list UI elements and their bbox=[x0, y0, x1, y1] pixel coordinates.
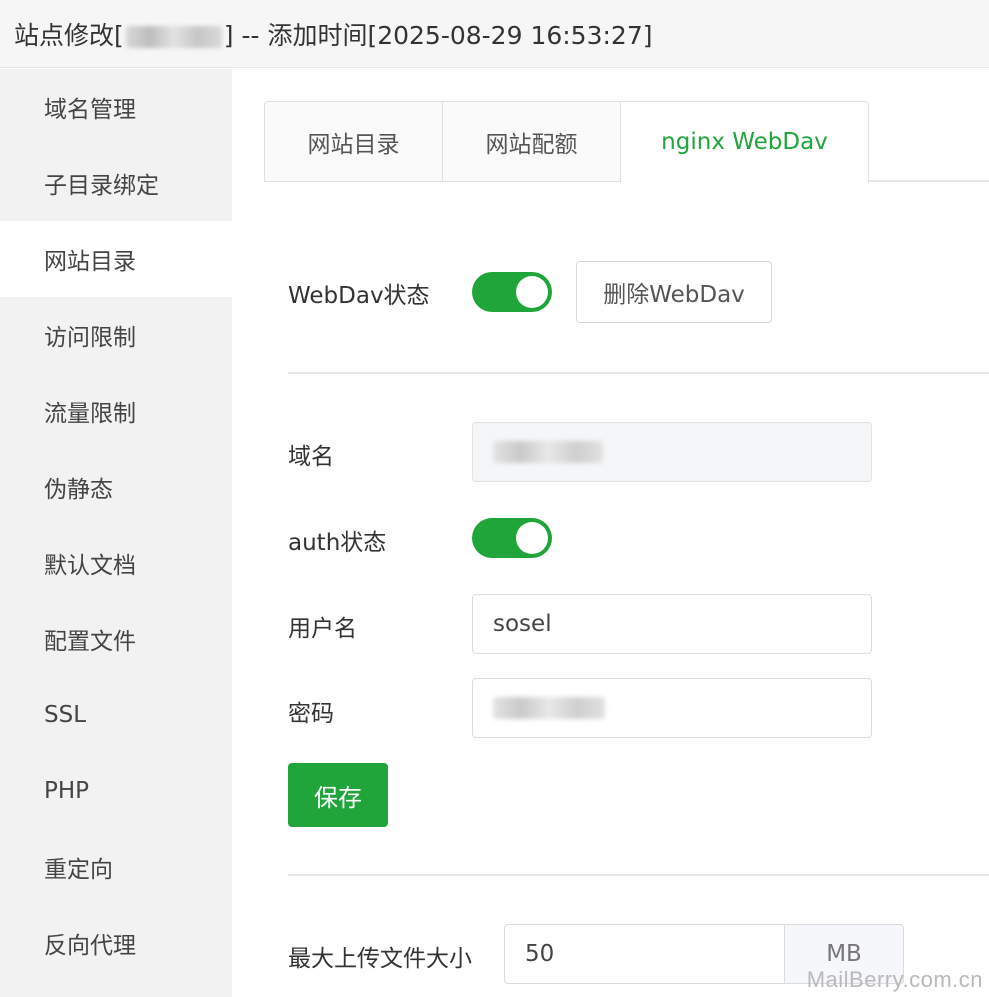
section-divider bbox=[288, 372, 989, 374]
sidebar-item-reverse-proxy[interactable]: 反向代理 bbox=[0, 905, 232, 981]
main-panel: 网站目录 网站配额 nginx WebDav WebDav状态 删除WebDav… bbox=[232, 69, 989, 997]
sidebar-item-label: SSL bbox=[44, 702, 87, 728]
sidebar-item-subdirectory-binding[interactable]: 子目录绑定 bbox=[0, 145, 232, 221]
tab-label: 网站目录 bbox=[307, 131, 400, 158]
sidebar-item-access-restriction[interactable]: 访问限制 bbox=[0, 297, 232, 373]
sidebar-item-label: 伪静态 bbox=[44, 477, 113, 503]
watermark: MailBerry.com.cn bbox=[806, 967, 983, 992]
sidebar-item-site-directory[interactable]: 网站目录 bbox=[0, 221, 232, 297]
redacted-domain-value bbox=[493, 441, 603, 463]
sidebar-item-label: 配置文件 bbox=[44, 629, 136, 655]
sidebar-item-label: 访问限制 bbox=[44, 325, 136, 351]
webdav-status-toggle[interactable] bbox=[472, 272, 552, 312]
sidebar-item-traffic-limit[interactable]: 流量限制 bbox=[0, 373, 232, 449]
sidebar-item-label: 重定向 bbox=[44, 857, 113, 883]
tab-label: nginx WebDav bbox=[661, 129, 828, 155]
username-label: 用户名 bbox=[288, 616, 357, 642]
tab-label: 网站配额 bbox=[485, 131, 578, 158]
sidebar: 域名管理 子目录绑定 网站目录 访问限制 流量限制 伪静态 默认文档 配置文件 … bbox=[0, 69, 232, 997]
sidebar-item-redirect[interactable]: 重定向 bbox=[0, 829, 232, 905]
sidebar-item-rewrite[interactable]: 伪静态 bbox=[0, 449, 232, 525]
sidebar-item-default-document[interactable]: 默认文档 bbox=[0, 525, 232, 601]
auth-status-label: auth状态 bbox=[288, 530, 387, 556]
sidebar-item-label: 子目录绑定 bbox=[44, 173, 159, 199]
auth-status-toggle[interactable] bbox=[472, 518, 552, 558]
toggle-knob bbox=[516, 522, 548, 554]
max-upload-value: 50 bbox=[525, 941, 555, 967]
tab-site-directory[interactable]: 网站目录 bbox=[264, 101, 442, 182]
sidebar-item-php[interactable]: PHP bbox=[0, 753, 232, 829]
redacted-password-value bbox=[493, 697, 605, 719]
sidebar-item-label: 域名管理 bbox=[44, 97, 136, 123]
sidebar-item-ssl[interactable]: SSL bbox=[0, 677, 232, 753]
password-field[interactable] bbox=[472, 678, 872, 738]
save-button[interactable]: 保存 bbox=[288, 763, 388, 827]
sidebar-item-label: 默认文档 bbox=[44, 553, 136, 579]
dialog-title: 站点修改[ ] -- 添加时间[2025-08-29 16:53:27] bbox=[14, 16, 652, 52]
sidebar-item-label: 流量限制 bbox=[44, 401, 136, 427]
toggle-knob bbox=[516, 276, 548, 308]
tab-site-quota[interactable]: 网站配额 bbox=[442, 101, 620, 182]
dialog-titlebar: 站点修改[ ] -- 添加时间[2025-08-29 16:53:27] bbox=[0, 0, 989, 68]
password-label: 密码 bbox=[288, 701, 334, 727]
tab-bar: 网站目录 网站配额 nginx WebDav bbox=[264, 101, 989, 184]
title-suffix: ] -- 添加时间[2025-08-29 16:53:27] bbox=[223, 20, 653, 50]
sidebar-item-label: PHP bbox=[44, 778, 90, 804]
sidebar-item-config-file[interactable]: 配置文件 bbox=[0, 601, 232, 677]
sidebar-item-label: 反向代理 bbox=[44, 933, 136, 959]
max-upload-input[interactable]: 50 bbox=[504, 924, 784, 984]
redacted-site-name bbox=[125, 25, 222, 48]
username-value: sosel bbox=[493, 611, 552, 637]
username-field[interactable]: sosel bbox=[472, 594, 872, 654]
delete-webdav-button[interactable]: 删除WebDav bbox=[576, 261, 772, 323]
section-divider bbox=[288, 874, 989, 876]
sidebar-item-label: 网站目录 bbox=[44, 249, 136, 275]
sidebar-item-domain-management[interactable]: 域名管理 bbox=[0, 69, 232, 145]
tab-nginx-webdav[interactable]: nginx WebDav bbox=[620, 101, 869, 184]
domain-label: 域名 bbox=[288, 444, 334, 470]
domain-field[interactable] bbox=[472, 422, 872, 482]
max-upload-label: 最大上传文件大小 bbox=[288, 946, 472, 972]
title-prefix: 站点修改[ bbox=[14, 20, 124, 50]
webdav-status-label: WebDav状态 bbox=[288, 283, 430, 309]
